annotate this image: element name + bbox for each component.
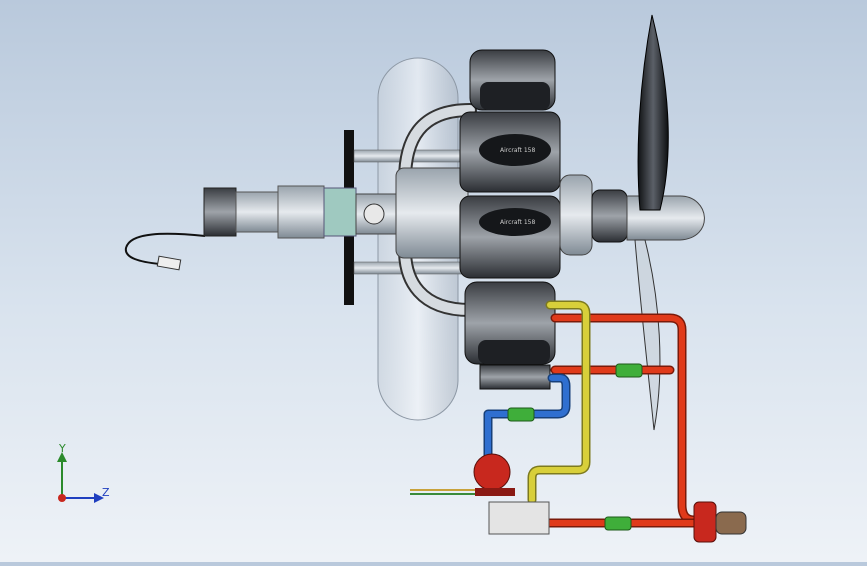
cylinder-mid-upper[interactable]: Aircraft 158	[459, 111, 561, 193]
y-axis-label: Y	[59, 442, 66, 455]
propeller-hub[interactable]	[559, 174, 705, 256]
axis-triad-graphic	[57, 452, 104, 503]
cylinder-mid-lower[interactable]: Aircraft 158	[459, 195, 561, 279]
engine-crankcase-rear[interactable]	[395, 167, 469, 259]
control-unit-box[interactable]	[488, 501, 550, 535]
fuel-pump[interactable]	[410, 453, 515, 496]
z-axis-label: Z	[102, 486, 110, 499]
axis-triad: Y Z	[40, 440, 120, 510]
cylinder-label: Aircraft 158	[500, 219, 535, 226]
3d-viewport[interactable]: Aircraft 158 Aircraft 158	[0, 0, 867, 562]
cylinder-bottom[interactable]	[464, 281, 556, 365]
oil-sump[interactable]	[479, 364, 551, 390]
cylinder-top[interactable]	[469, 49, 556, 111]
coolant-filter[interactable]	[507, 407, 535, 422]
x-axis-dot	[58, 494, 66, 502]
engine-assembly-view[interactable]: Aircraft 158 Aircraft 158	[0, 0, 867, 562]
fuel-line[interactable]	[543, 313, 699, 528]
fuel-filter-lower[interactable]	[604, 516, 632, 531]
electric-pump[interactable]	[693, 501, 747, 543]
starter-motor[interactable]	[124, 185, 397, 271]
fuel-filter[interactable]	[615, 363, 643, 378]
cylinder-label: Aircraft 158	[500, 147, 535, 154]
